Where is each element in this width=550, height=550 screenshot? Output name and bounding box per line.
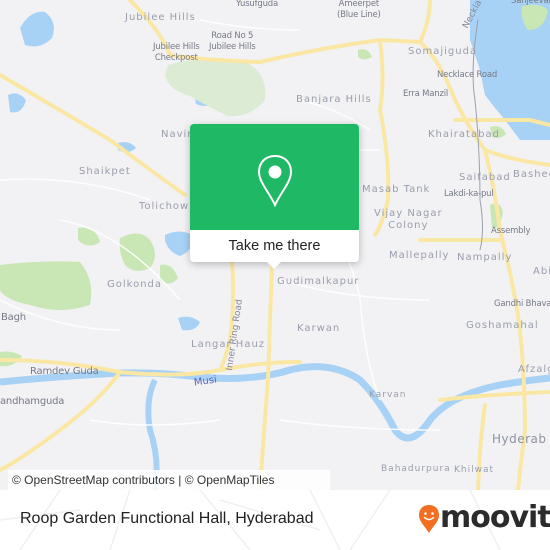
- place-name: Roop Garden Functional Hall, Hyderabad: [20, 510, 314, 527]
- label-vijay-nagar-colony: Vijay Nagar Colony: [374, 208, 443, 231]
- park: [119, 233, 155, 271]
- label-khilwat: Khilwat: [454, 465, 495, 475]
- lake: [178, 316, 200, 331]
- label-mallepally: Mallepally: [389, 250, 450, 261]
- label-bandhamguda: andhamguda: [0, 396, 65, 407]
- map-canvas[interactable]: Jubilee Hills Banjara Hills Somajiguda K…: [0, 0, 550, 490]
- label-yusufguda: Yusufguda: [236, 0, 278, 9]
- park: [358, 49, 372, 60]
- label-abids: Abi: [533, 266, 550, 277]
- moovit-smiley-pin-icon: [419, 505, 439, 533]
- label-nampally: Nampally: [457, 252, 513, 263]
- park: [0, 261, 92, 310]
- label-shaikpet: Shaikpet: [79, 166, 131, 177]
- lake: [165, 231, 193, 256]
- label-jubilee-hills: Jubilee Hills: [125, 12, 196, 23]
- label-saifabad: Saifabad: [459, 172, 511, 183]
- label-banjara-hills: Banjara Hills: [296, 94, 372, 105]
- map-attribution[interactable]: © OpenStreetMap contributors | © OpenMap…: [8, 470, 330, 490]
- label-sanjeevaiah: Sanjeevai: [511, 0, 550, 6]
- label-assembly: Assembly: [491, 226, 531, 236]
- destination-popup: Take me there: [190, 124, 359, 269]
- label-jubilee-checkpost: Jubilee Hills Checkpost: [153, 42, 200, 63]
- label-goshamahal: Goshamahal: [466, 320, 539, 331]
- label-ameerpet: Ameerpet (Blue Line): [337, 0, 381, 20]
- label-masab-tank: Masab Tank: [362, 184, 431, 195]
- label-khairatabad: Khairatabad: [428, 129, 500, 140]
- lake: [8, 93, 26, 113]
- label-basheer: Basheer: [513, 169, 550, 180]
- musi-river: [0, 363, 550, 442]
- label-somajiguda: Somajiguda: [408, 46, 478, 57]
- label-golkonda: Golkonda: [107, 279, 163, 290]
- label-bahadurpura: Bahadurpura: [381, 464, 451, 474]
- label-necklace-road: Necklace Road: [437, 70, 498, 80]
- label-bagh: Bagh: [1, 312, 26, 323]
- lake: [20, 11, 54, 47]
- label-karvan: Karvan: [369, 390, 407, 400]
- popup-pointer: [266, 261, 282, 269]
- label-karwan: Karwan: [297, 323, 341, 334]
- label-hyderabad: Hyderab: [492, 432, 547, 446]
- moovit-wordmark: moovit: [440, 500, 550, 535]
- label-lakdi-ka-pul: Lakdi-ka-pul: [444, 189, 494, 199]
- park: [78, 227, 100, 246]
- map-pin-icon: [257, 154, 293, 208]
- label-road-no-5: Road No 5 Jubilee Hills: [209, 31, 256, 52]
- take-me-there-button[interactable]: Take me there: [190, 230, 359, 262]
- label-erra-manzil: Erra Manzil: [403, 89, 449, 99]
- label-ramdev-guda: Ramdev Guda: [30, 366, 99, 377]
- footer-bar: Roop Garden Functional Hall, Hyderabad m…: [0, 490, 550, 550]
- popup-header: [190, 124, 359, 230]
- label-gudimalkapur: Gudimalkapur: [277, 276, 360, 287]
- label-gandhi-bhavan: Gandhi Bhavan: [494, 299, 550, 309]
- kbr-park: [165, 59, 266, 117]
- label-afzalgunj: Afzalg: [518, 364, 550, 375]
